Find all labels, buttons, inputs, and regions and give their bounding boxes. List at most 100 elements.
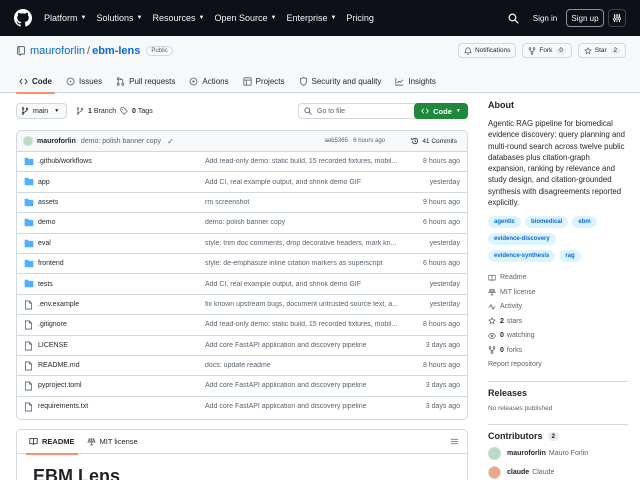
avatar[interactable]	[488, 466, 501, 479]
tab-security[interactable]: Security and quality	[292, 70, 389, 93]
header-menu-button[interactable]	[608, 9, 626, 27]
activity-link-label: Activity	[500, 303, 523, 311]
forks-label: forks	[506, 346, 523, 354]
tab-actions[interactable]: Actions	[182, 70, 235, 93]
commit-meta[interactable]: aeb5365 · 6 hours ago	[325, 138, 385, 144]
file-commit-message-link[interactable]: Add CI, real example output, and shrink …	[205, 281, 401, 288]
search-button[interactable]	[503, 9, 523, 27]
file-commit-message-link[interactable]: Add read-only demo: static build, 15 rec…	[205, 158, 401, 165]
sign-in-link[interactable]: Sign in	[528, 9, 562, 27]
file-name-link[interactable]: pyproject.toml	[38, 382, 82, 389]
sign-up-button[interactable]: Sign up	[566, 9, 604, 27]
star-button[interactable]: Star 2	[577, 43, 626, 58]
branches-link[interactable]: 1 Branch	[76, 103, 116, 119]
divider	[488, 424, 628, 425]
file-commit-date: yesterday	[429, 178, 460, 186]
commit-author-link[interactable]: mauroforlin	[37, 138, 76, 145]
tab-readme-label: README	[42, 437, 75, 446]
file-commit-message-link[interactable]: Add core FastAPI application and discove…	[205, 342, 401, 349]
file-name-link[interactable]: .gitignore	[38, 321, 67, 328]
file-commit-message-link[interactable]: Add core FastAPI application and discove…	[205, 382, 401, 389]
tags-link[interactable]: 0 Tags	[120, 103, 153, 119]
commit-message-link[interactable]: demo: polish banner copy	[81, 138, 161, 145]
topics-list: agentic biomedical ebm evidence-discovery ev…	[488, 216, 618, 267]
fork-button[interactable]: Fork 0	[522, 43, 572, 58]
tab-issues[interactable]: Issues	[59, 70, 109, 93]
repo-name-link[interactable]: ebm-lens	[92, 45, 140, 57]
code-button[interactable]: Code ▼	[414, 103, 468, 119]
file-icon	[24, 381, 33, 391]
topic-tag[interactable]: evidence-synthesis	[488, 250, 556, 263]
file-icon	[24, 361, 33, 371]
watchers-link[interactable]: 0 watching	[488, 328, 628, 343]
file-commit-message-link[interactable]: docs: update readme	[205, 362, 401, 369]
license-link[interactable]: MIT license	[488, 285, 628, 300]
contributors-title-label: Contributors	[488, 431, 543, 441]
file-row: README.md docs: update readme 8 hours ago	[17, 356, 467, 377]
avatar[interactable]	[488, 447, 501, 460]
topic-tag[interactable]: evidence-discovery	[488, 233, 556, 246]
file-name-link[interactable]: README.md	[38, 362, 80, 369]
file-name-link[interactable]: assets	[38, 199, 58, 206]
star-label: Star	[594, 47, 607, 54]
file-commit-message-link[interactable]: Add read-only demo: static build, 15 rec…	[205, 321, 401, 328]
file-commit-message-link[interactable]: style: de-emphasize inline citation mark…	[205, 260, 401, 267]
tab-issues-label: Issues	[79, 77, 103, 86]
file-commit-message-link[interactable]: rm screenshot	[205, 199, 401, 206]
file-commit-message-link[interactable]: demo: polish banner copy	[205, 219, 401, 226]
tab-pull-requests[interactable]: Pull requests	[109, 70, 182, 93]
avatar[interactable]	[23, 136, 33, 146]
contributor-login[interactable]: claude	[507, 469, 529, 476]
tab-projects[interactable]: Projects	[236, 70, 292, 93]
tab-code[interactable]: Code	[12, 70, 59, 94]
contributor-login[interactable]: mauroforlin	[507, 450, 546, 457]
nav-open-source[interactable]: Open Source ▼	[214, 13, 276, 23]
file-commit-message-link[interactable]: style: trim doc comments, drop decorativ…	[205, 240, 401, 247]
nav-enterprise[interactable]: Enterprise ▼	[286, 13, 336, 23]
nav-platform[interactable]: Platform ▼	[44, 13, 86, 23]
report-repository-link[interactable]: Report repository	[488, 357, 628, 372]
file-name-link[interactable]: frontend	[38, 260, 64, 267]
forks-link[interactable]: 0 forks	[488, 343, 628, 358]
file-name-link[interactable]: demo	[38, 219, 56, 226]
fork-icon	[529, 46, 536, 55]
contributor-item[interactable]: claude Claude	[488, 466, 628, 479]
nav-resources[interactable]: Resources ▼	[152, 13, 204, 23]
file-name-link[interactable]: app	[38, 179, 50, 186]
topic-tag[interactable]: biomedical	[525, 216, 569, 229]
releases-title[interactable]: Releases	[488, 388, 628, 398]
readme-link[interactable]: Readme	[488, 270, 628, 285]
file-commit-message-link[interactable]: fix known upstream bugs, document untrus…	[205, 301, 401, 308]
topic-tag[interactable]: rag	[559, 250, 581, 263]
repo-owner-link[interactable]: mauroforlin	[30, 45, 85, 57]
contributors-title[interactable]: Contributors 2	[488, 431, 628, 441]
file-name-link[interactable]: requirements.txt	[38, 403, 88, 410]
nav-pricing[interactable]: Pricing	[346, 13, 374, 23]
topic-tag[interactable]: agentic	[488, 216, 522, 229]
go-to-file-input[interactable]: Go to file	[298, 103, 426, 119]
readme-outline-button[interactable]	[450, 437, 459, 446]
contributor-item[interactable]: mauroforlin Mauro Forlin	[488, 447, 628, 460]
commits-link[interactable]: 41 Commits	[411, 137, 457, 145]
nav-solutions[interactable]: Solutions ▼	[96, 13, 142, 23]
github-logo-icon[interactable]	[14, 9, 32, 27]
file-name-link[interactable]: LICENSE	[38, 342, 68, 349]
notifications-button[interactable]: Notifications	[457, 43, 517, 58]
file-row: tests Add CI, real example output, and sh…	[17, 274, 467, 295]
file-name-link[interactable]: eval	[38, 240, 51, 247]
tab-insights[interactable]: Insights	[388, 70, 443, 93]
file-name-link[interactable]: .github/workflows	[38, 158, 92, 165]
file-icon	[24, 402, 33, 412]
nav-platform-label: Platform	[44, 13, 78, 23]
file-name-link[interactable]: tests	[38, 281, 53, 288]
file-commit-message-link[interactable]: Add core FastAPI application and discove…	[205, 403, 401, 410]
global-nav: Platform ▼ Solutions ▼ Resources ▼ Open Sou…	[44, 0, 384, 36]
activity-link[interactable]: Activity	[488, 299, 628, 314]
file-commit-message-link[interactable]: Add CI, real example output, and shrink …	[205, 179, 401, 186]
stars-link[interactable]: 2 stars	[488, 314, 628, 329]
branch-selector[interactable]: main ▼	[16, 103, 67, 119]
file-name-link[interactable]: .env.example	[38, 301, 79, 308]
topic-tag[interactable]: ebm	[572, 216, 597, 229]
tab-license[interactable]: MIT license	[81, 430, 144, 454]
tab-readme[interactable]: README	[23, 430, 81, 455]
